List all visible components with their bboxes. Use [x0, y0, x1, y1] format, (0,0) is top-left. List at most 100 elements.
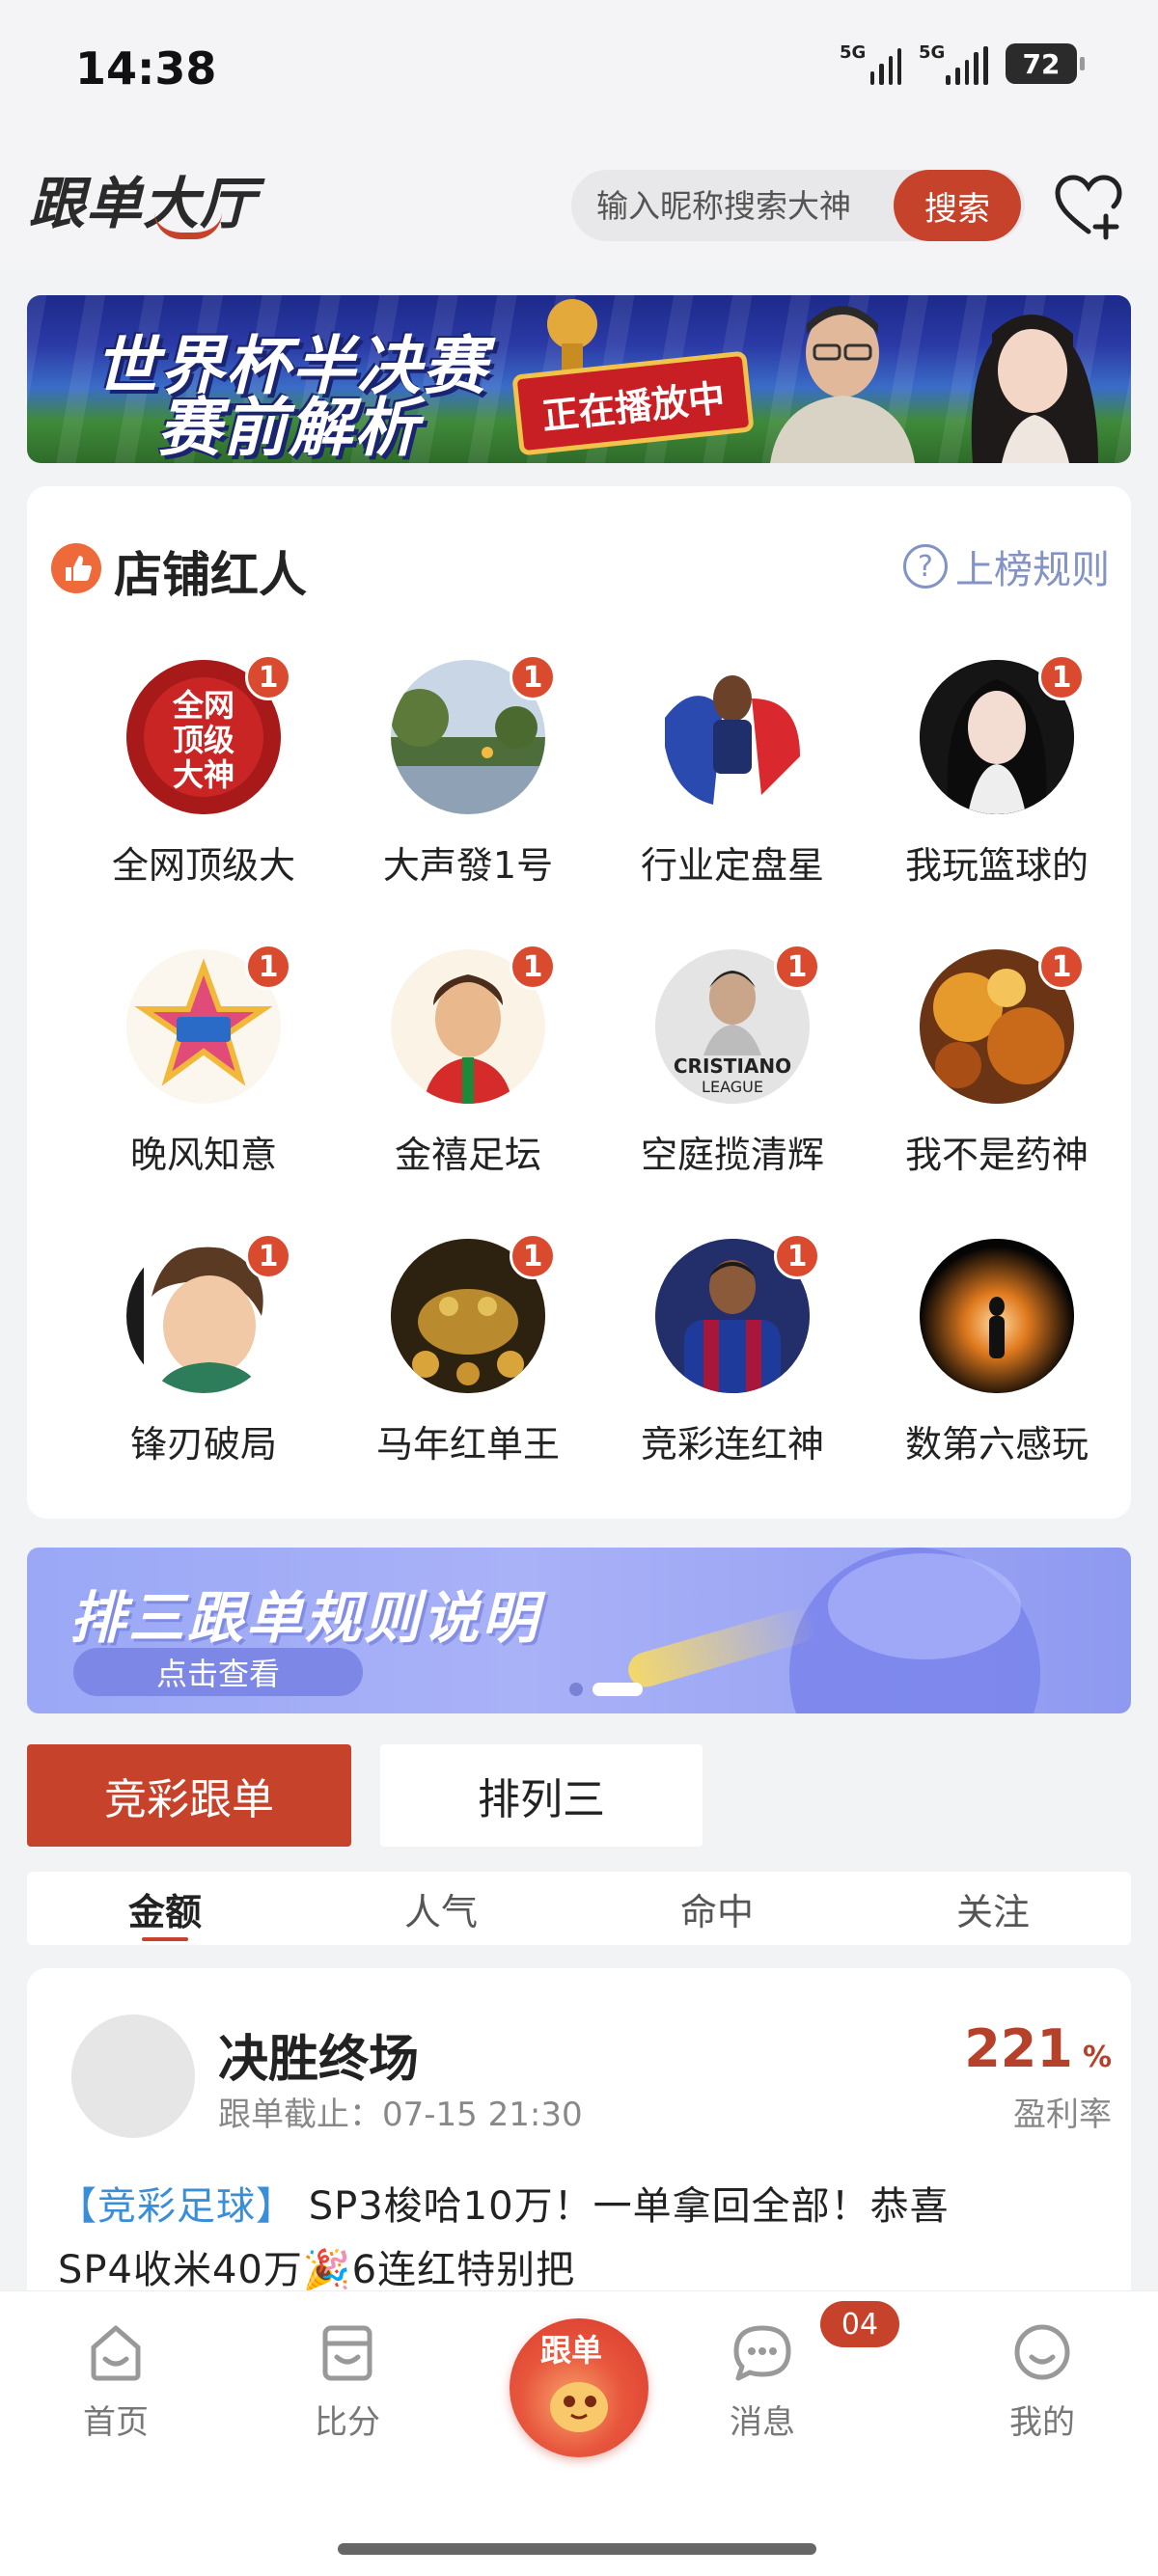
signal-icon: 5G [919, 42, 988, 85]
status-icons: 5G 5G 72 [840, 42, 1085, 85]
tab-following[interactable]: 关注 [855, 1872, 1131, 1945]
svg-text:CRISTIANO: CRISTIANO [674, 1055, 791, 1078]
carousel-dot [593, 1683, 643, 1696]
nav-profile[interactable]: 我的 [965, 2320, 1119, 2443]
kol-item[interactable]: 1 晚风知意 [71, 944, 336, 1178]
kol-name: 数第六感玩 [904, 1423, 1089, 1466]
kol-item[interactable]: 1 金禧足坛 [336, 944, 600, 1178]
host-photo [971, 315, 1098, 463]
avatar [71, 2014, 195, 2138]
heart-plus-icon[interactable] [1052, 170, 1125, 243]
nav-scores[interactable]: 比分 [270, 2320, 425, 2443]
question-icon: ? [903, 544, 948, 589]
section-title: 店铺红人 [114, 547, 307, 603]
notification-badge: 1 [774, 1233, 820, 1279]
kol-name: 空庭揽清辉 [640, 1134, 824, 1176]
nav-home[interactable]: 首页 [39, 2320, 193, 2443]
shop-kol-card: 店铺红人 ? 上榜规则 全网 顶级 大神 1 全网顶级大 1 大声發1号 行业定… [27, 486, 1131, 1519]
rules-link[interactable]: ? 上榜规则 [903, 538, 1110, 594]
tab-jingcai[interactable]: 竞彩跟单 [27, 1744, 351, 1847]
svg-text:全网: 全网 [172, 687, 234, 724]
banner-title: 排三跟单规则说明 [69, 1585, 541, 1651]
kol-name: 我玩篮球的 [904, 844, 1089, 887]
signal-icon: 5G [840, 42, 901, 85]
post-text: 【竞彩足球】 SP3梭哈10万！一单拿回全部！恭喜 SP4收米40万🎉6连红特别… [58, 2184, 950, 2292]
host-photo [770, 306, 915, 463]
kol-name: 行业定盘星 [640, 844, 824, 887]
kol-name: 竞彩连红神 [640, 1423, 824, 1466]
home-indicator[interactable] [338, 2543, 816, 2555]
nav-label: 比分 [315, 2403, 380, 2442]
kol-name: 全网顶级大 [111, 844, 295, 887]
rules-label: 上榜规则 [955, 548, 1110, 592]
status-time: 14:38 [75, 42, 217, 95]
rules-banner[interactable]: 排三跟单规则说明 点击查看 [27, 1548, 1131, 1713]
kol-item[interactable]: 全网 顶级 大神 1 全网顶级大 [71, 654, 336, 889]
tab-amount[interactable]: 金额 [27, 1872, 303, 1945]
kol-item[interactable]: 1 我不是药神 [865, 944, 1129, 1178]
notification-badge: 1 [510, 944, 556, 990]
kol-item[interactable]: 1 马年红单王 [336, 1233, 600, 1467]
kol-name: 大声發1号 [382, 844, 554, 887]
nav-label: 首页 [83, 2403, 149, 2442]
sort-tabs: 金额 人气 命中 关注 [27, 1872, 1131, 1945]
notification-badge: 1 [245, 1233, 291, 1279]
kol-name: 晚风知意 [129, 1134, 277, 1176]
kol-item[interactable]: 1 我玩篮球的 [865, 654, 1129, 889]
notification-badge: 1 [510, 654, 556, 700]
kol-name: 马年红单王 [375, 1423, 560, 1466]
search-button[interactable]: 搜索 [894, 170, 1021, 241]
profile-icon [1014, 2324, 1070, 2380]
kol-item[interactable]: 1 大声發1号 [336, 654, 600, 889]
avatar [655, 660, 810, 814]
nav-follow-orders[interactable]: 跟单 [510, 2318, 648, 2457]
post-tag: 【竞彩足球】 [58, 2184, 295, 2229]
notification-badge: 1 [245, 654, 291, 700]
tab-pailie3[interactable]: 排列三 [380, 1744, 703, 1847]
nav-label: 消息 [730, 2403, 795, 2442]
follow-post-card[interactable]: 决胜终场 跟单截止：07-15 21:30 221% 盈利率 【竞彩足球】 SP… [27, 1968, 1131, 2296]
banner-decoration [828, 1553, 1021, 1659]
app-header: 跟单大厅 搜索 [0, 145, 1158, 270]
view-button[interactable]: 点击查看 [73, 1648, 363, 1696]
notification-badge: 1 [1038, 944, 1085, 990]
notification-badge: 1 [774, 944, 820, 990]
svg-text:大神: 大神 [173, 756, 234, 793]
page-title: 跟单大厅 [29, 171, 258, 236]
post-title: 决胜终场 [218, 2031, 420, 2089]
kol-item[interactable]: CRISTIANO LEAGUE 1 空庭揽清辉 [600, 944, 865, 1178]
kol-name: 我不是药神 [904, 1134, 1089, 1176]
notification-badge: 1 [510, 1233, 556, 1279]
notification-badge: 1 [1038, 654, 1085, 700]
kol-name: 锋刃破局 [129, 1423, 277, 1466]
profit-rate-label: 盈利率 [1013, 2096, 1112, 2134]
tab-hit-rate[interactable]: 命中 [579, 1872, 855, 1945]
kol-item[interactable]: 数第六感玩 [865, 1239, 1129, 1467]
profit-rate: 221% [964, 2018, 1112, 2079]
avatar [920, 1239, 1074, 1393]
chat-icon [733, 2325, 791, 2381]
scoreboard-icon [322, 2325, 372, 2381]
status-bar: 14:38 5G 5G 72 [0, 0, 1158, 145]
nav-messages[interactable]: 消息 [685, 2320, 840, 2443]
nav-label: 我的 [1009, 2403, 1075, 2442]
battery-icon: 72 [1006, 43, 1085, 84]
thumbs-up-icon [51, 543, 101, 593]
tab-popularity[interactable]: 人气 [303, 1872, 579, 1945]
kol-name: 金禧足坛 [394, 1134, 541, 1176]
post-deadline: 跟单截止：07-15 21:30 [218, 2096, 583, 2134]
home-icon [91, 2325, 141, 2381]
carousel-indicator [569, 1683, 643, 1696]
carousel-dot [569, 1683, 583, 1696]
kol-item[interactable]: 1 锋刃破局 [71, 1233, 336, 1467]
bottom-navigation: 首页 比分 跟单 消息 04 我的 [0, 2290, 1158, 2576]
message-count-badge: 04 [820, 2301, 899, 2347]
svg-text:顶级: 顶级 [173, 722, 234, 758]
mascot-icon [550, 2382, 608, 2432]
worldcup-banner[interactable]: 世界杯半决赛 赛前解析 正在播放中 [27, 295, 1131, 463]
kol-item[interactable]: 1 竞彩连红神 [600, 1233, 865, 1467]
kol-item[interactable]: 行业定盘星 [600, 660, 865, 889]
banner-subtitle: 赛前解析 [157, 391, 420, 463]
svg-text:LEAGUE: LEAGUE [702, 1078, 763, 1096]
search-input[interactable] [596, 170, 886, 241]
